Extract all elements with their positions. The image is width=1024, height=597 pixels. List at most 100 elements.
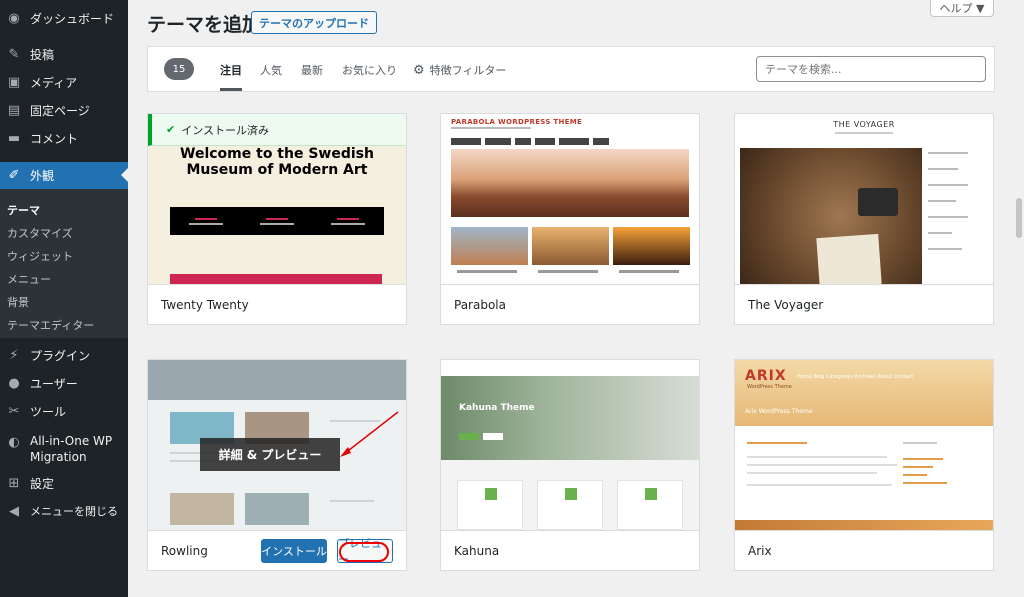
- screenshot-line: [747, 472, 877, 474]
- screenshot-button: [459, 433, 479, 440]
- theme-name: Twenty Twenty: [148, 284, 406, 324]
- screenshot-line: [928, 232, 952, 234]
- screenshot-hero: [451, 149, 689, 217]
- submenu-item-themes[interactable]: テーマ: [7, 202, 40, 218]
- sidebar-item-settings[interactable]: ⊞ 設定: [0, 470, 128, 496]
- screenshot-header-text: PARABOLA WORDPRESS THEME: [451, 118, 583, 126]
- submenu-item-theme-editor[interactable]: テーマエディター: [7, 317, 94, 333]
- theme-screenshot[interactable]: ✔ インストール済み Welcome to the Swedish Museum…: [148, 114, 406, 284]
- sidebar-item-label: メディア: [30, 75, 78, 90]
- sidebar-item-comments[interactable]: ▬ コメント: [0, 125, 128, 151]
- info-cell: [321, 212, 376, 230]
- screenshot-hero: [740, 148, 922, 284]
- tab-latest[interactable]: 最新: [301, 62, 323, 78]
- theme-search-input[interactable]: [756, 56, 986, 82]
- help-tab-button[interactable]: ヘルプ ▼: [930, 0, 994, 17]
- screenshot-feature-box: [457, 480, 523, 530]
- screenshot-red-band: [170, 274, 382, 284]
- brush-icon: ✐: [8, 168, 20, 183]
- media-icon: ▣: [7, 74, 21, 90]
- wp-admin-window: ◉ ダッシュボード ✎ 投稿 ▣ メディア ▤ 固定ページ ▬ コメント ✐ 外…: [0, 0, 1024, 597]
- theme-card-parabola[interactable]: PARABOLA WORDPRESS THEME Parabola: [440, 113, 700, 325]
- sidebar-item-posts[interactable]: ✎ 投稿: [0, 41, 128, 67]
- theme-card-kahuna[interactable]: Kahuna Theme Kahuna: [440, 359, 700, 571]
- screenshot-info-strip: [170, 207, 384, 235]
- page-title: テーマを追加: [147, 14, 262, 36]
- theme-name: Parabola: [441, 284, 699, 324]
- page-icon: ▤: [7, 102, 21, 118]
- sidebar-collapse-menu[interactable]: ◀ メニューを閉じる: [0, 498, 128, 524]
- theme-actions: Rowling インストール プレビュー: [148, 530, 406, 570]
- page-scrollbar[interactable]: [1014, 0, 1024, 597]
- screenshot-line: [619, 270, 679, 273]
- sidebar-item-tools[interactable]: ✂ ツール: [0, 398, 128, 424]
- screenshot-line: [538, 270, 598, 273]
- theme-card-rowling[interactable]: 詳細 & プレビュー Rowling インストール プレビュー: [147, 359, 407, 571]
- installed-label: インストール済み: [181, 123, 269, 137]
- install-button[interactable]: インストール: [261, 539, 327, 563]
- feature-filter-label: 特徴フィルター: [429, 64, 507, 77]
- sidebar-item-label: 固定ページ: [30, 103, 90, 118]
- feature-filter-button[interactable]: ⚙ 特徴フィルター: [413, 62, 506, 78]
- submenu-item-background[interactable]: 背景: [7, 294, 29, 310]
- theme-screenshot[interactable]: PARABOLA WORDPRESS THEME: [441, 114, 699, 284]
- tab-featured[interactable]: 注目: [220, 62, 242, 78]
- sidebar-item-appearance[interactable]: ✐ 外観: [0, 162, 128, 189]
- screenshot-hero: [441, 376, 699, 460]
- annotation-arrow-icon: [340, 411, 399, 457]
- screenshot-nav: [593, 138, 609, 145]
- sidebar-item-migration[interactable]: ◐ All-in-One WP Migration: [0, 431, 128, 471]
- screenshot-footer: [735, 520, 993, 530]
- admin-sidebar: ◉ ダッシュボード ✎ 投稿 ▣ メディア ▤ 固定ページ ▬ コメント ✐ 外…: [0, 0, 128, 597]
- submenu-item-customize[interactable]: カスタマイズ: [7, 225, 73, 241]
- submenu-item-menus[interactable]: メニュー: [7, 271, 51, 287]
- screenshot-line: [928, 248, 962, 250]
- sidebar-item-users[interactable]: ● ユーザー: [0, 370, 128, 396]
- submenu-item-widgets[interactable]: ウィジェット: [7, 248, 73, 264]
- screenshot-line: [747, 484, 892, 486]
- tab-favorites[interactable]: お気に入り: [342, 62, 397, 78]
- screenshot-line: [747, 464, 897, 466]
- sidebar-item-label: コメント: [30, 131, 79, 146]
- screenshot-nav: [485, 138, 511, 145]
- theme-card-twenty-twenty[interactable]: ✔ インストール済み Welcome to the Swedish Museum…: [147, 113, 407, 325]
- theme-count-badge: 15: [164, 58, 194, 80]
- screenshot-thumb: [613, 227, 690, 265]
- screenshot-camera: [858, 188, 898, 216]
- screenshot-line: [928, 168, 958, 170]
- screenshot-line: [903, 474, 927, 476]
- sidebar-item-label: All-in-One WP Migration: [30, 433, 112, 465]
- theme-screenshot[interactable]: ARIX WordPress Theme Home Blog Categorie…: [735, 360, 993, 530]
- screenshot-line: [903, 482, 947, 484]
- migration-label-line1: All-in-One WP: [30, 434, 113, 448]
- wrench-icon: ✂: [8, 403, 20, 419]
- theme-card-voyager[interactable]: THE VOYAGER The Voyager: [734, 113, 994, 325]
- sidebar-item-dashboard[interactable]: ◉ ダッシュボード: [0, 5, 128, 31]
- sidebar-item-plugins[interactable]: ⚡ プラグイン: [0, 342, 128, 368]
- appearance-submenu: テーマ カスタマイズ ウィジェット メニュー 背景 テーマエディター: [0, 189, 128, 338]
- info-cell: [249, 212, 304, 230]
- scrollbar-thumb[interactable]: [1016, 198, 1022, 238]
- theme-name: The Voyager: [735, 284, 993, 324]
- sidebar-item-media[interactable]: ▣ メディア: [0, 69, 128, 95]
- theme-screenshot[interactable]: Kahuna Theme: [441, 360, 699, 530]
- screenshot-line: [903, 458, 943, 460]
- theme-filter-bar: 15 注目 人気 最新 お気に入り ⚙ 特徴フィルター: [147, 46, 995, 92]
- upload-theme-button[interactable]: テーマのアップロード: [251, 11, 377, 34]
- screenshot-button: [483, 433, 503, 440]
- theme-card-arix[interactable]: ARIX WordPress Theme Home Blog Categorie…: [734, 359, 994, 571]
- theme-screenshot[interactable]: THE VOYAGER: [735, 114, 993, 284]
- screenshot-line: [928, 216, 968, 218]
- installed-notice: ✔ インストール済み: [148, 114, 406, 146]
- plugin-icon: ⚡: [9, 347, 19, 363]
- sidebar-item-label: プラグイン: [30, 348, 91, 363]
- theme-screenshot[interactable]: 詳細 & プレビュー: [148, 360, 406, 530]
- active-tab-indicator: [220, 88, 242, 91]
- sidebar-item-label: 外観: [30, 169, 55, 183]
- comment-icon: ▬: [7, 130, 21, 146]
- sidebar-item-label: ツール: [30, 404, 67, 419]
- screenshot-line: [747, 442, 807, 444]
- sidebar-item-pages[interactable]: ▤ 固定ページ: [0, 97, 128, 123]
- tab-popular[interactable]: 人気: [260, 62, 282, 78]
- screenshot-line: [928, 152, 968, 154]
